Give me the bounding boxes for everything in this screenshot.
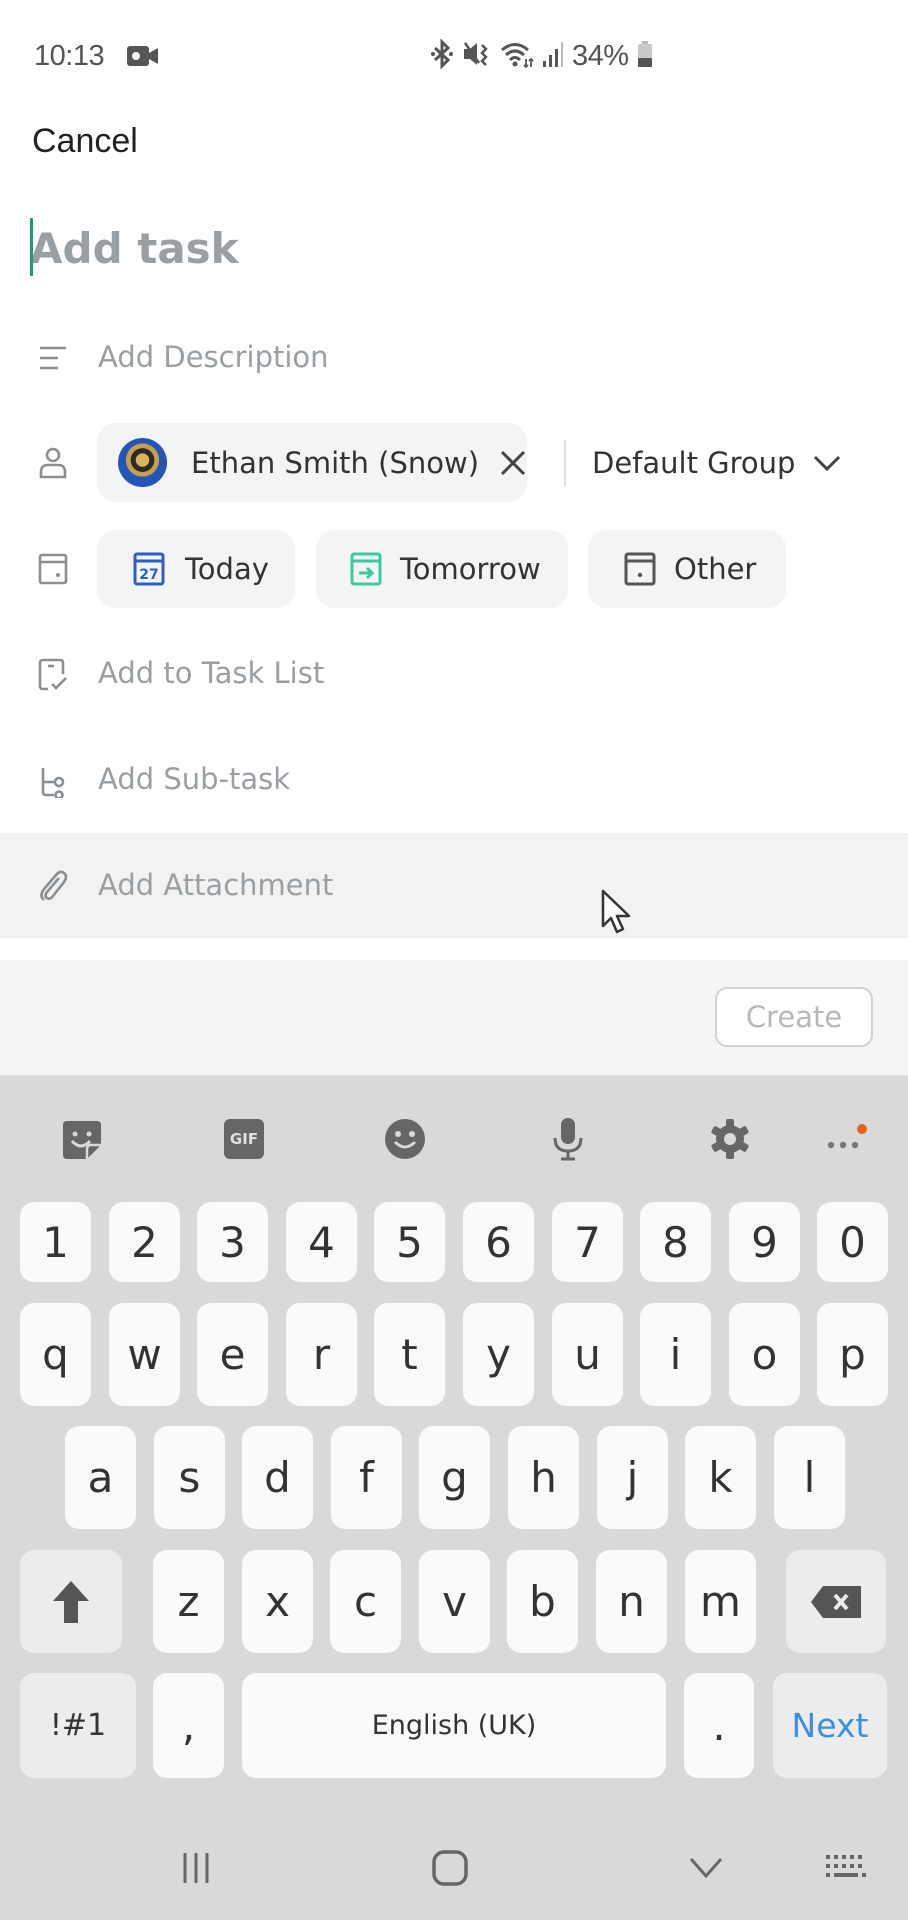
today-day-number: 27 (139, 567, 158, 583)
letter-key-j[interactable]: j (597, 1426, 668, 1529)
video-record-icon (127, 45, 159, 72)
space-key[interactable]: English (UK) (242, 1673, 666, 1778)
settings-icon[interactable] (706, 1115, 754, 1163)
sticker-icon[interactable] (57, 1115, 105, 1163)
letter-key-b[interactable]: b (507, 1550, 578, 1653)
number-key-1[interactable]: 1 (20, 1202, 91, 1282)
letter-key-r[interactable]: r (286, 1303, 357, 1406)
mouse-pointer-icon (600, 888, 634, 941)
letter-key-v[interactable]: v (419, 1550, 490, 1653)
wifi-icon (500, 39, 534, 74)
notification-dot (857, 1124, 867, 1134)
letter-key-f[interactable]: f (331, 1426, 402, 1529)
comma-key[interactable]: , (153, 1673, 224, 1778)
letter-key-y[interactable]: y (463, 1303, 534, 1406)
letter-key-o[interactable]: o (729, 1303, 800, 1406)
calendar-other-icon (624, 552, 656, 586)
letter-key-w[interactable]: w (109, 1303, 180, 1406)
date-chip-today[interactable]: 27 Today (97, 530, 295, 608)
paperclip-icon (36, 869, 70, 903)
letter-key-z[interactable]: z (153, 1550, 224, 1653)
letter-key-d[interactable]: d (242, 1426, 313, 1529)
calendar-today-icon: 27 (133, 552, 165, 586)
assignee-chip[interactable]: Ethan Smith (Snow) (97, 423, 527, 502)
add-to-task-list-button[interactable]: Add to Task List (98, 656, 324, 690)
subtask-icon (36, 765, 70, 799)
letter-key-h[interactable]: h (508, 1426, 579, 1529)
divider (564, 440, 566, 486)
letter-key-p[interactable]: p (817, 1303, 888, 1406)
add-attachment-label[interactable]: Add Attachment (98, 868, 333, 902)
letter-key-q[interactable]: q (20, 1303, 91, 1406)
date-label-tomorrow: Tomorrow (400, 552, 541, 586)
letter-key-e[interactable]: e (197, 1303, 268, 1406)
keyboard-switch-icon[interactable] (816, 1840, 876, 1896)
date-label-other: Other (674, 552, 757, 586)
add-subtask-button[interactable]: Add Sub-task (98, 762, 290, 796)
letter-key-c[interactable]: c (330, 1550, 401, 1653)
home-icon[interactable] (420, 1840, 480, 1896)
letter-key-s[interactable]: s (154, 1426, 225, 1529)
gif-label: GIF (224, 1119, 264, 1159)
calendar-icon (36, 552, 70, 586)
emoji-icon[interactable] (381, 1115, 429, 1163)
number-key-0[interactable]: 0 (817, 1202, 888, 1282)
add-description-field[interactable]: Add Description (98, 340, 329, 374)
person-icon (36, 446, 70, 480)
letter-key-l[interactable]: l (774, 1426, 845, 1529)
backspace-icon (811, 1585, 861, 1618)
backspace-key[interactable] (786, 1550, 886, 1653)
letter-key-x[interactable]: x (242, 1550, 313, 1653)
letter-key-u[interactable]: u (552, 1303, 623, 1406)
shift-arrow-icon (53, 1580, 89, 1623)
hide-keyboard-icon[interactable] (676, 1840, 736, 1896)
create-button[interactable]: Create (715, 987, 873, 1047)
period-key[interactable]: . (684, 1673, 754, 1778)
letter-key-n[interactable]: n (596, 1550, 667, 1653)
vibrate-icon (462, 39, 492, 74)
chevron-down-icon (813, 454, 841, 472)
battery-percent: 34% (572, 39, 629, 72)
gif-icon[interactable]: GIF (220, 1115, 268, 1163)
calendar-tomorrow-icon (350, 552, 382, 586)
status-icons: 34% (430, 37, 653, 74)
signal-icon (542, 39, 564, 74)
number-key-6[interactable]: 6 (463, 1202, 534, 1282)
task-list-icon (36, 658, 70, 692)
letter-key-g[interactable]: g (419, 1426, 490, 1529)
text-caret (30, 218, 33, 276)
task-title-input[interactable] (30, 218, 850, 278)
date-label-today: Today (185, 552, 269, 586)
battery-icon (637, 39, 653, 74)
next-key[interactable]: Next (773, 1673, 887, 1778)
symbols-key[interactable]: !#1 (20, 1673, 136, 1778)
group-dropdown[interactable]: Default Group (592, 440, 841, 486)
number-key-7[interactable]: 7 (552, 1202, 623, 1282)
letter-key-k[interactable]: k (685, 1426, 756, 1529)
number-key-8[interactable]: 8 (640, 1202, 711, 1282)
number-key-3[interactable]: 3 (197, 1202, 268, 1282)
number-key-2[interactable]: 2 (109, 1202, 180, 1282)
letter-key-i[interactable]: i (640, 1303, 711, 1406)
group-selected: Default Group (592, 446, 796, 480)
avatar (118, 438, 167, 487)
microphone-icon[interactable] (544, 1115, 592, 1163)
date-chip-other[interactable]: Other (588, 530, 786, 608)
shift-key[interactable] (20, 1550, 122, 1653)
assignee-name: Ethan Smith (Snow) (191, 445, 480, 480)
date-chip-tomorrow[interactable]: Tomorrow (316, 530, 568, 608)
number-key-9[interactable]: 9 (729, 1202, 800, 1282)
number-key-4[interactable]: 4 (286, 1202, 357, 1282)
letter-key-t[interactable]: t (374, 1303, 445, 1406)
remove-assignee-icon[interactable] (499, 449, 527, 477)
number-key-5[interactable]: 5 (374, 1202, 445, 1282)
bluetooth-icon (430, 37, 454, 74)
recent-apps-icon[interactable] (166, 1840, 226, 1896)
letter-key-a[interactable]: a (65, 1426, 136, 1529)
description-icon (36, 341, 70, 375)
status-time: 10:13 (34, 40, 105, 72)
more-icon[interactable] (822, 1115, 870, 1163)
cancel-button[interactable]: Cancel (32, 122, 138, 161)
letter-key-m[interactable]: m (685, 1550, 756, 1653)
